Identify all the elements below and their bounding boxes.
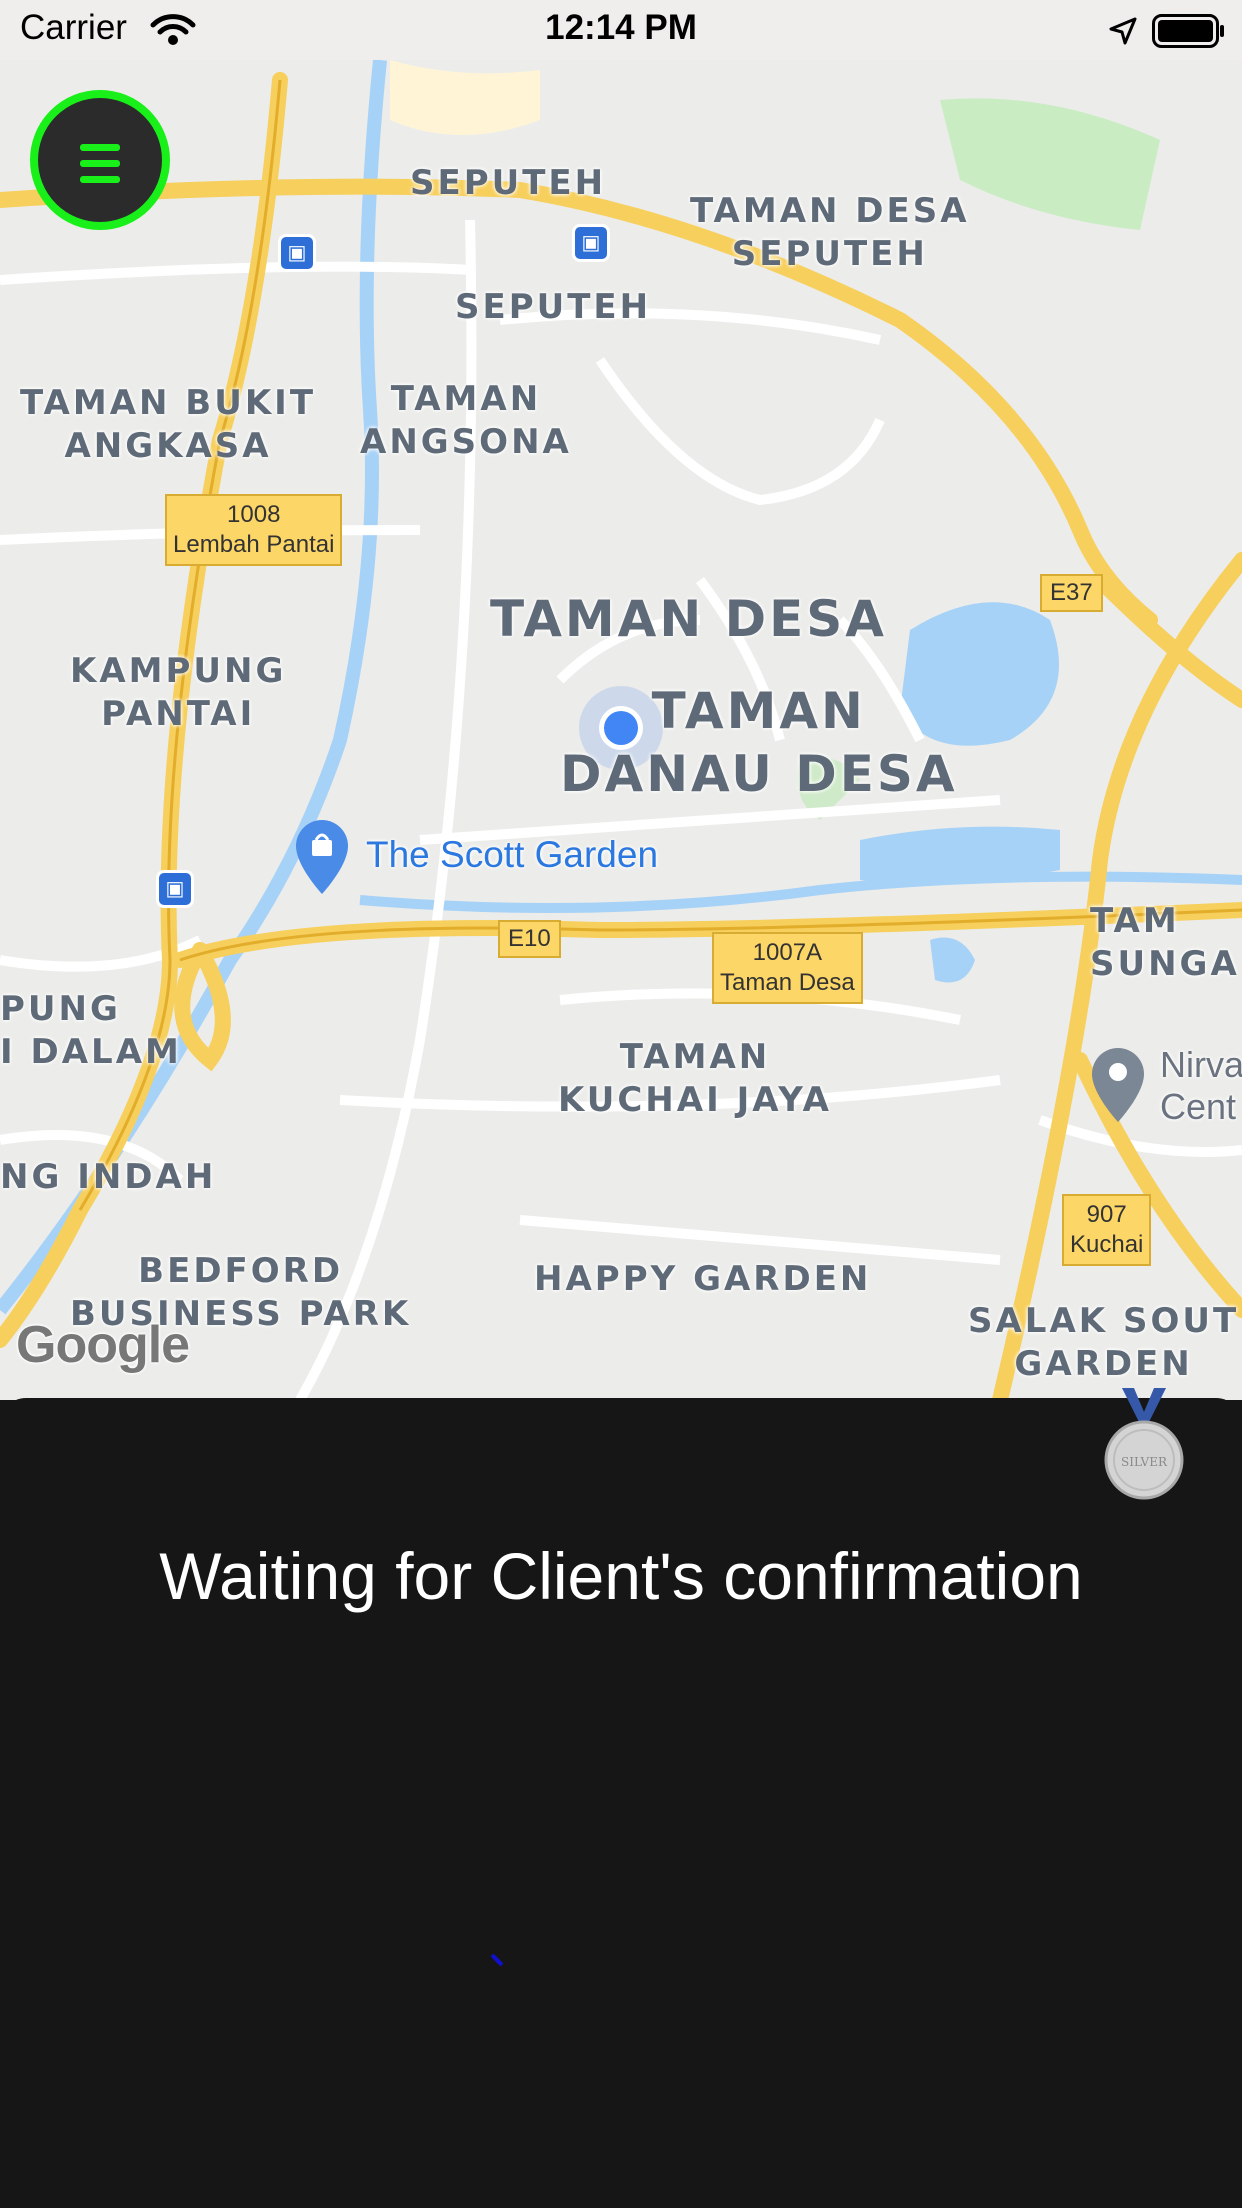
loading-indicator	[490, 1953, 504, 1967]
area-label: PUNG I DALAM	[0, 989, 182, 1072]
poi-label[interactable]: The Scott Garden	[366, 834, 658, 876]
hamburger-icon-bar	[80, 144, 120, 151]
area-label: HAPPY GARDEN	[534, 1259, 872, 1299]
transit-station-icon: ▣	[572, 224, 610, 262]
poi-label[interactable]: Nirva Cent	[1160, 1044, 1242, 1128]
area-label: SALAK SOUT GARDEN	[968, 1301, 1240, 1384]
area-label: TAMAN DESA SEPUTEH	[690, 191, 970, 274]
road-shield: E37	[1040, 574, 1103, 612]
road-shield: 1007A Taman Desa	[712, 932, 863, 1004]
hamburger-icon-bar	[80, 160, 120, 167]
area-label: TAM SUNGA	[1090, 901, 1240, 984]
area-label: TAMAN DANAU DESA	[560, 682, 958, 803]
battery-icon	[1152, 14, 1224, 48]
google-logo: Google	[16, 1316, 190, 1374]
area-label: NG INDAH	[0, 1157, 217, 1197]
area-label: SEPUTEH	[455, 287, 652, 327]
status-bar: Carrier 12:14 PM	[0, 0, 1242, 60]
shopping-pin-icon	[296, 820, 348, 894]
area-label: TAMAN DESA	[490, 590, 887, 648]
road-shield: 1008 Lembah Pantai	[165, 494, 343, 566]
waiting-status-title: Waiting for Client's confirmation	[159, 1539, 1083, 1613]
location-arrow-icon	[1109, 17, 1137, 45]
road-shield: E10	[498, 920, 561, 958]
menu-button[interactable]	[30, 90, 170, 230]
silver-medal-icon: SILVER	[1104, 1388, 1184, 1500]
clock: 12:14 PM	[545, 8, 697, 47]
map-view[interactable]: SEPUTEH TAMAN DESA SEPUTEH SEPUTEH TAMAN…	[0, 60, 1242, 1400]
road-shield: 907 Kuchai	[1062, 1194, 1152, 1266]
transit-station-icon: ▣	[278, 234, 316, 272]
area-label: TAMAN KUCHAI JAYA	[558, 1037, 832, 1120]
svg-text:SILVER: SILVER	[1121, 1455, 1168, 1469]
transit-station-icon: ▣	[156, 870, 194, 908]
status-sheet: SILVER Waiting for Client's confirmation	[0, 1388, 1242, 2208]
area-label: TAMAN ANGSONA	[360, 379, 572, 462]
hamburger-icon-bar	[80, 176, 120, 183]
area-label: TAMAN BUKIT ANGKASA	[20, 383, 317, 466]
area-label: SEPUTEH	[410, 163, 607, 203]
area-label: KAMPUNG PANTAI	[70, 651, 287, 734]
